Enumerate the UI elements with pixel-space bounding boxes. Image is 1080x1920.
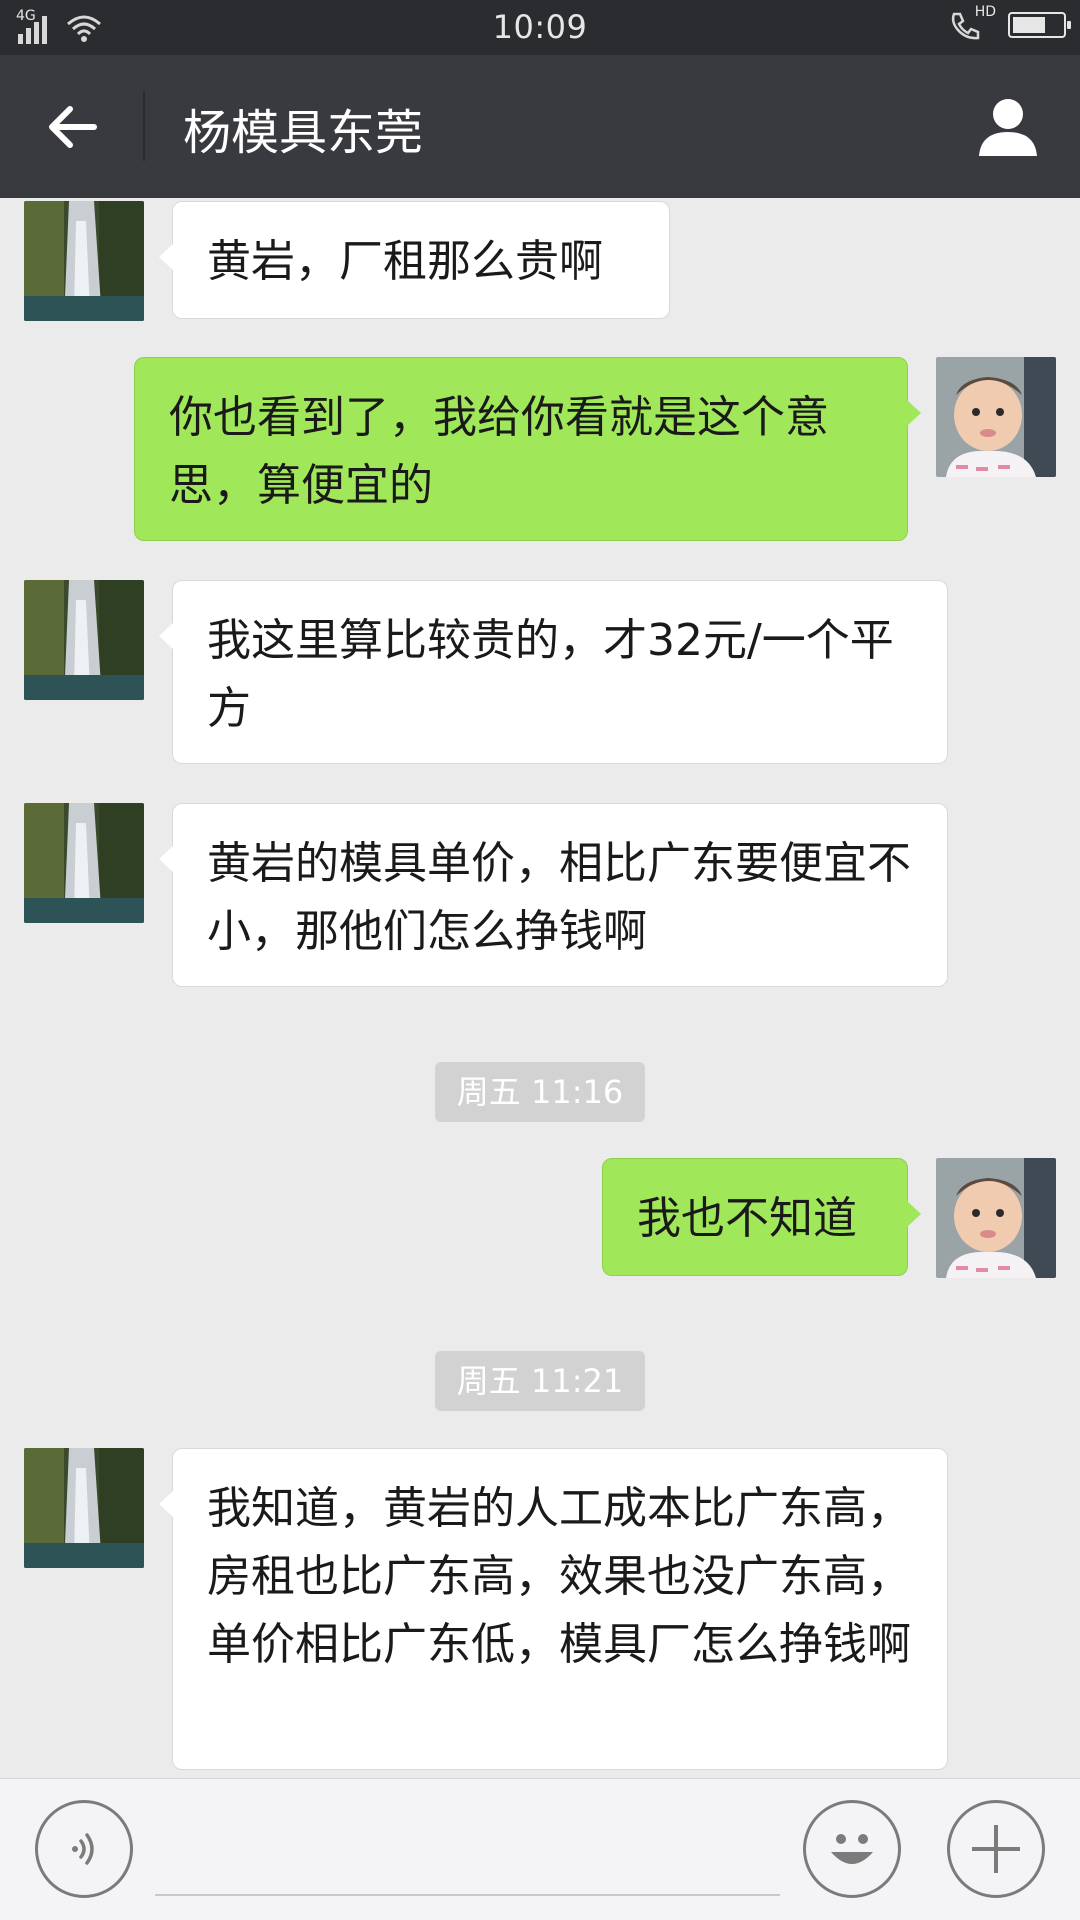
message-input-field[interactable] bbox=[155, 1894, 780, 1896]
hd-label: HD bbox=[974, 4, 996, 20]
message-bubble-incoming[interactable]: 黄岩，厂租那么贵啊 bbox=[159, 201, 670, 319]
contact-avatar[interactable] bbox=[24, 1448, 144, 1568]
contact-avatar[interactable] bbox=[24, 803, 144, 923]
message-bubble-incoming[interactable]: 黄岩的模具单价，相比广东要便宜不小，那他们怎么挣钱啊 bbox=[159, 803, 948, 987]
timestamp-divider: 周五 11:16 bbox=[435, 1062, 645, 1122]
my-avatar[interactable] bbox=[936, 357, 1056, 477]
hd-call-icon: HD bbox=[946, 4, 996, 42]
message-input-bar bbox=[0, 1778, 1080, 1920]
message-text: 黄岩的模具单价，相比广东要便宜不小，那他们怎么挣钱啊 bbox=[207, 838, 911, 957]
chat-header: 杨模具东莞 bbox=[0, 55, 1080, 198]
status-right-icons: HD bbox=[946, 4, 1071, 42]
message-bubble-incoming[interactable]: 我知道，黄岩的人工成本比广东高，房租也比广东高，效果也没广东高，单价相比广东低，… bbox=[159, 1448, 948, 1770]
message-bubble-incoming[interactable]: 我这里算比较贵的，才32元/一个平方 bbox=[159, 580, 948, 764]
message-text: 我知道，黄岩的人工成本比广东高，房租也比广东高，效果也没广东高，单价相比广东低，… bbox=[207, 1483, 911, 1670]
message-bubble-outgoing[interactable]: 我也不知道 bbox=[602, 1158, 921, 1276]
voice-icon bbox=[72, 1833, 94, 1865]
person-icon bbox=[979, 99, 1037, 156]
message-text: 我也不知道 bbox=[637, 1193, 857, 1244]
voice-button[interactable] bbox=[35, 1800, 133, 1898]
chat-title: 杨模具东莞 bbox=[183, 105, 424, 161]
header-divider bbox=[143, 91, 145, 161]
more-options-button[interactable] bbox=[947, 1800, 1045, 1898]
message-text: 我这里算比较贵的，才32元/一个平方 bbox=[207, 615, 894, 734]
plus-icon bbox=[972, 1825, 1020, 1873]
chat-message-list[interactable]: 黄岩，厂租那么贵啊 你也看到了，我给你看就是这个意思，算便宜的 我这里算比较贵的… bbox=[0, 198, 1080, 1778]
emoji-button[interactable] bbox=[803, 1800, 901, 1898]
timestamp-divider: 周五 11:21 bbox=[435, 1351, 645, 1411]
message-text: 黄岩，厂租那么贵啊 bbox=[207, 236, 603, 287]
battery-fill bbox=[1013, 17, 1045, 33]
message-text: 你也看到了，我给你看就是这个意思，算便宜的 bbox=[169, 392, 829, 511]
status-time: 10:09 bbox=[492, 8, 588, 46]
message-bubble-outgoing[interactable]: 你也看到了，我给你看就是这个意思，算便宜的 bbox=[134, 357, 921, 541]
contact-avatar[interactable] bbox=[24, 201, 144, 321]
contact-avatar[interactable] bbox=[24, 580, 144, 700]
contact-info-button[interactable] bbox=[968, 87, 1048, 167]
my-avatar[interactable] bbox=[936, 1158, 1056, 1278]
back-button[interactable] bbox=[36, 91, 108, 163]
battery-icon bbox=[1008, 12, 1071, 38]
emoji-icon bbox=[831, 1834, 873, 1864]
status-bar: 4G 10:09 HD bbox=[0, 0, 1080, 55]
arrow-left-icon bbox=[49, 106, 97, 148]
